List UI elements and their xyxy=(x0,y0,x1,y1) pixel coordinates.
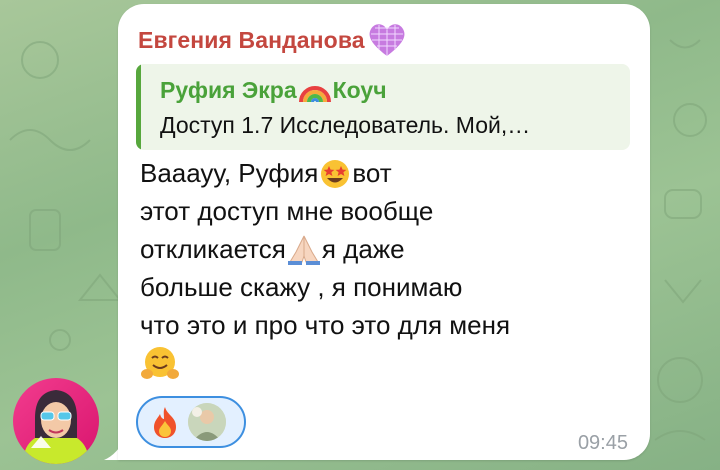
message-line-4: больше скажу , я понимаю xyxy=(140,272,463,302)
disco-heart-icon xyxy=(369,24,405,56)
star-struck-emoji xyxy=(321,160,350,188)
reply-accent-bar xyxy=(136,64,141,150)
message-timestamp: 09:45 xyxy=(577,432,628,454)
reply-author: Руфия Экра Коуч xyxy=(160,76,387,103)
message-line-2: этот доступ мне вообще xyxy=(140,196,434,226)
rainbow-icon xyxy=(298,86,331,103)
folded-hands-emoji xyxy=(287,235,320,265)
reply-snippet: Доступ 1.7 Исследователь. Мой,… xyxy=(160,112,531,138)
reactor-photo-icon xyxy=(188,403,226,441)
message-line-3: откликается я даже xyxy=(140,234,405,265)
message-line-6 xyxy=(140,344,640,382)
reactions-pill[interactable] xyxy=(136,396,246,448)
sender-name[interactable]: Евгения Ванданова xyxy=(138,22,407,58)
message-line-1: Вааауу, Руфия вот xyxy=(140,158,392,188)
reactor-avatar[interactable] xyxy=(188,403,226,441)
message-line-5: что это и про что это для меня xyxy=(140,310,511,340)
reply-quote[interactable]: Руфия Экра Коуч Доступ 1.7 Исследователь… xyxy=(136,64,630,150)
sender-avatar[interactable] xyxy=(13,378,99,464)
hugging-face-emoji xyxy=(141,347,179,379)
avatar-portrait-icon xyxy=(23,390,89,464)
message-text: Вааауу, Руфия вот этот доступ мне вообще… xyxy=(140,154,640,382)
message-bubble[interactable]: Евгения Ванданова Руфия Экра Коуч Доступ… xyxy=(118,4,650,460)
fire-emoji[interactable] xyxy=(150,405,180,439)
